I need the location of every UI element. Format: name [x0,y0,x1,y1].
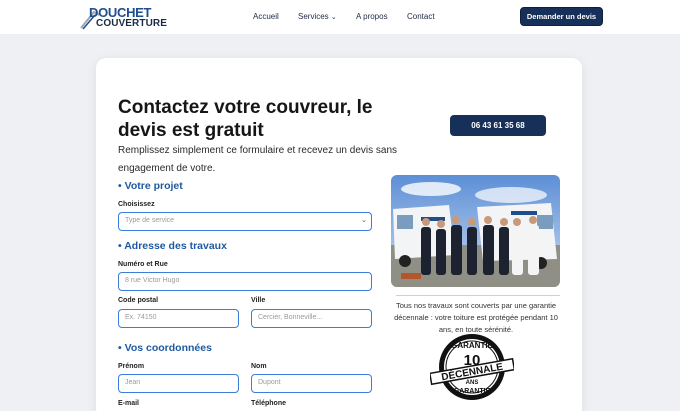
section-project-heading: • Votre projet [118,180,183,192]
service-select-value: Type de service [125,217,175,224]
city-input[interactable]: Cercier, Bonneville... [251,309,372,328]
nav-contact[interactable]: Contact [407,12,435,21]
phone-button[interactable]: 06 43 61 35 68 [450,115,546,136]
service-select[interactable]: Type de service ⌄ [118,212,372,231]
site-header: DOUCHET COUVERTURE Accueil Services ⌄ A … [0,0,680,34]
service-label: Choisissez [118,201,155,208]
chevron-down-icon: ⌄ [330,14,337,21]
nav-accueil[interactable]: Accueil [253,12,279,21]
street-label: Numéro et Rue [118,261,168,268]
first-name-label: Prénom [118,363,145,370]
team-photo [391,175,560,287]
logo-text-bottom: COUVERTURE [96,18,168,29]
last-name-input[interactable]: Dupont [251,374,372,393]
badge-bottom-text: GARANTIE [454,388,491,395]
postal-code-input[interactable]: Ex. 74150 [118,309,239,328]
badge-top-text: GARANTIE [451,341,493,350]
nav-a-propos[interactable]: A propos [356,12,388,21]
logo[interactable]: DOUCHET COUVERTURE [80,4,172,30]
divider [396,295,560,296]
guarantee-text: Tous nos travaux sont couverts par une g… [394,301,558,334]
nav-services[interactable]: Services ⌄ [298,12,339,21]
badge-sub-text: ANS [466,380,479,386]
page-subtitle: Remplissez simplement ce formulaire et r… [118,145,397,174]
section-address-heading: • Adresse des travaux [118,240,227,252]
last-name-label: Nom [251,363,267,370]
city-label: Ville [251,297,266,304]
section-contact-heading: • Vos coordonnées [118,342,212,354]
first-name-input[interactable]: Jean [118,374,239,393]
decennial-guarantee-badge: GARANTIE 10 DÉCENNALE ANS GARANTIE [428,333,516,401]
phone-label: Téléphone [251,400,287,407]
email-label: E-mail [118,400,140,407]
request-quote-button[interactable]: Demander un devis [520,7,603,26]
nav-services-label: Services [298,12,329,21]
chevron-down-icon: ⌄ [361,217,367,224]
postal-code-label: Code postal [118,297,159,304]
street-input[interactable]: 8 rue Victor Hugo [118,272,372,291]
page-title: Contactez votre couvreur, le devis est g… [118,97,373,141]
